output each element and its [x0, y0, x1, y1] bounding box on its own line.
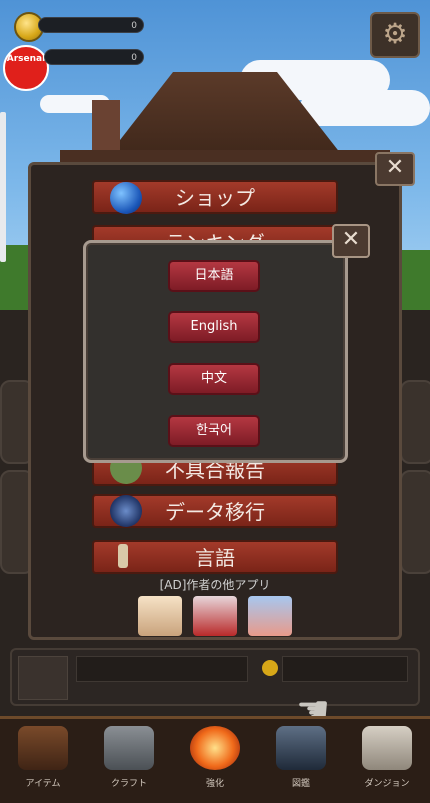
language-option-english[interactable]: English	[168, 311, 260, 343]
skull-icon	[362, 726, 412, 770]
ad-app-icon[interactable]	[193, 596, 237, 636]
fireball-icon	[190, 726, 240, 770]
nav-item-craft[interactable]: クラフト	[86, 722, 172, 796]
floor-panel	[400, 470, 430, 574]
language-button[interactable]: 言語	[92, 540, 338, 574]
nav-label: アイテム	[25, 779, 61, 789]
language-option-japanese[interactable]: 日本語	[168, 260, 260, 292]
hammer-icon	[104, 726, 154, 770]
nav-label: クラフト	[110, 779, 147, 789]
language-dialog-close-button[interactable]: ✕	[332, 224, 370, 258]
nav-label: ダンジョン	[364, 779, 410, 789]
language-option-chinese[interactable]: 中文	[168, 363, 260, 395]
treasure-chest-icon	[18, 726, 68, 770]
data-transfer-icon	[110, 495, 142, 527]
globe-icon	[110, 182, 142, 214]
settings-gear-button[interactable]: ⚙	[370, 12, 420, 58]
nav-label: 強化	[205, 779, 224, 789]
menu-close-button[interactable]: ✕	[375, 152, 415, 186]
ad-other-apps-label: [AD]作者の他アプリ	[159, 578, 271, 592]
gem-counter: 0	[44, 49, 144, 65]
ad-app-icon[interactable]	[248, 596, 292, 636]
side-scroll-handle[interactable]	[0, 112, 6, 262]
nav-label: 図鑑	[291, 779, 310, 789]
nav-item-enhance[interactable]: 強化	[172, 722, 258, 796]
club-badge-icon: Arsenal	[3, 45, 49, 91]
nav-item-encyclopedia[interactable]: 図鑑	[258, 722, 344, 796]
coin-icon	[262, 660, 278, 676]
coin-counter: 0	[38, 17, 144, 33]
status-bar	[76, 656, 248, 682]
club-badge-label: Arsenal	[6, 54, 46, 64]
nav-item-items[interactable]: アイテム	[0, 722, 86, 796]
ad-app-icon[interactable]	[138, 596, 182, 636]
language-option-korean[interactable]: 한국어	[168, 415, 260, 447]
gear-icon: ⚙	[382, 17, 408, 50]
cloud	[300, 90, 430, 126]
floor-panel	[400, 380, 430, 464]
crystal-icon	[276, 726, 326, 770]
status-slot	[18, 656, 68, 700]
language-icon	[118, 544, 128, 568]
nav-item-dungeon[interactable]: ダンジョン	[344, 722, 430, 796]
status-bar	[282, 656, 408, 682]
